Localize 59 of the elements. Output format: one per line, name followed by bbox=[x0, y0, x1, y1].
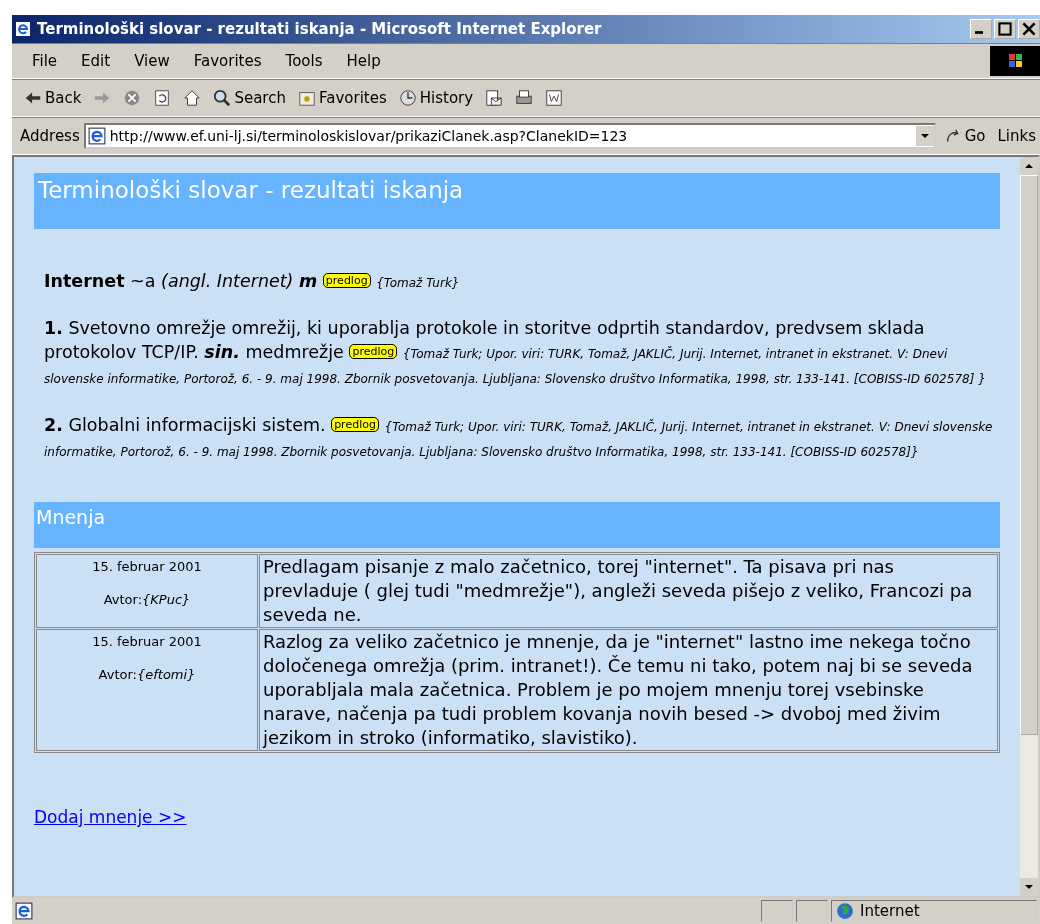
menu-item[interactable]: File bbox=[20, 52, 70, 70]
opinion-text: Razlog za veliko začetnico je mnenje, da je "internet" lastno ime nekega točno določenega omrežja (prim. intranet!). Če temu ni tako, potem naj bi se seveda uporabljala mala začetnica. Problem je po mojem mnenju torej vsebinske narave, načenja pa tudi problem kovanja novih besed -> dvoboj med živim jezikom in stroko (informatiko, slavistiko). bbox=[259, 629, 998, 751]
author-name: {eftomi} bbox=[136, 667, 196, 682]
close-button[interactable] bbox=[1018, 19, 1040, 39]
page-icon bbox=[15, 902, 33, 920]
history-button[interactable]: History bbox=[394, 87, 478, 109]
author-name: {KPuc} bbox=[142, 592, 191, 607]
opinion-date: 15. februar 2001 bbox=[91, 559, 203, 574]
entry-gender: m bbox=[299, 271, 318, 291]
address-field[interactable]: http://www.ef.uni-lj.si/terminoloskislovar/prikaziClanek.asp?ClanekID=123 bbox=[83, 123, 936, 149]
maximize-button[interactable] bbox=[994, 19, 1016, 39]
address-label: Address bbox=[20, 127, 80, 145]
page-icon bbox=[87, 127, 106, 145]
vertical-scrollbar[interactable] bbox=[1020, 157, 1038, 896]
printer-icon bbox=[515, 89, 534, 107]
zone-label: Internet bbox=[860, 902, 920, 920]
section-heading: Mnenja bbox=[34, 502, 1000, 548]
refresh-icon bbox=[153, 89, 172, 107]
entry-term: Internet bbox=[44, 271, 125, 291]
minimize-button[interactable] bbox=[970, 19, 992, 39]
maximize-icon bbox=[997, 22, 1013, 36]
add-opinion-link[interactable]: Dodaj mnenje >> bbox=[34, 807, 1000, 827]
window-title: Terminološki slovar - rezultati iskanja - Microsoft Internet Explorer bbox=[37, 20, 603, 38]
opinion-date: 15. februar 2001 bbox=[91, 634, 203, 649]
go-button[interactable]: Go bbox=[939, 125, 990, 147]
status-badge: predlog bbox=[322, 273, 371, 288]
document-icon bbox=[545, 89, 564, 107]
clock-icon bbox=[398, 89, 417, 107]
browser-logo-icon bbox=[15, 21, 31, 37]
menu-item[interactable]: Help bbox=[334, 52, 393, 70]
menu-item[interactable]: Favorites bbox=[181, 52, 274, 70]
mail-icon bbox=[485, 89, 504, 107]
globe-icon bbox=[836, 902, 854, 920]
windows-logo-icon bbox=[990, 46, 1040, 76]
home-icon bbox=[183, 89, 202, 107]
back-button[interactable]: Back bbox=[20, 87, 86, 109]
links-button[interactable]: Links bbox=[993, 125, 1040, 147]
entry-origin: (angl. Internet) bbox=[161, 271, 294, 291]
scroll-up-icon[interactable] bbox=[1020, 157, 1038, 175]
author-label: Avtor: bbox=[98, 667, 137, 682]
opinion-text: Predlagam pisanje z malo začetnico, torej "internet". Ta pisava pri nas prevladuje ( glej tudi "medmrežje"), angleži seveda pišejo z veliko, Francozi pa seveda ne. bbox=[259, 554, 998, 628]
menu-item[interactable]: Edit bbox=[69, 52, 123, 70]
author-label: Avtor: bbox=[103, 592, 143, 607]
favorites-button[interactable]: Favorites bbox=[293, 87, 391, 109]
entry-suffix: ~a bbox=[130, 271, 156, 291]
star-folder-icon bbox=[297, 89, 316, 107]
search-icon bbox=[213, 89, 232, 107]
scroll-down-icon[interactable] bbox=[1020, 878, 1038, 896]
sense-definition: 2. Globalni informacijski sistem. $^{predlog}$ {Tomaž Turk; Upor. viri: TURK, Tomaž, JAKLIČ, Jurij. Internet, intranet in ekstranet. V: Dnevi slovenske informatike, Portorož, 6. - 9. maj 1998. Zbornik posvetovanja. Ljubljana: Slovensko društvo Informatika, 1998, str. 133-141. [COBISS-ID 602578]} bbox=[43, 414, 994, 461]
menu-item[interactable]: View bbox=[122, 52, 182, 70]
stop-icon bbox=[123, 89, 142, 107]
menu-item[interactable]: Tools bbox=[273, 52, 335, 70]
minimize-icon bbox=[975, 31, 983, 34]
page-heading: Terminološki slovar - rezultati iskanja bbox=[34, 173, 1000, 229]
search-button[interactable]: Search bbox=[209, 87, 290, 109]
entry-source: {Tomaž Turk} bbox=[376, 276, 460, 290]
scrollbar-thumb[interactable] bbox=[1020, 175, 1038, 735]
close-icon bbox=[1021, 22, 1037, 36]
sense-definition: 1. Svetovno omrežje omrežij, ki uporablja protokole in storitve odprtih standardov, predvsem sklada protokolov TCP/IP. sin. medmrežje $^{predlog}$ {Tomaž Turk; Upor. viri: TURK, Tomaž, JAKLIČ, Jurij. Internet, intranet in ekstranet. V: Dnevi slovenske informatike, Portorož, 6. - 9. maj 1998. Zbornik posvetovanja. Ljubljana: Slovensko društvo Informatika, 1998, str. 133-141. [COBISS-ID 602578] } bbox=[43, 317, 987, 388]
